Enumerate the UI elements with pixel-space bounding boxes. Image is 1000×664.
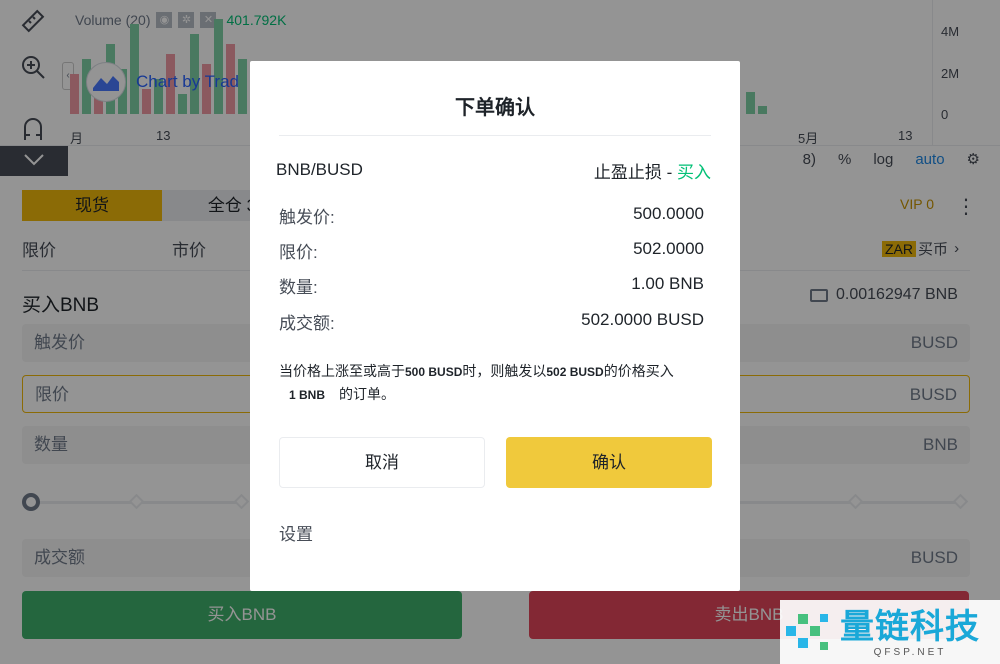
trigger-price-label: 触发价:	[279, 208, 335, 227]
total-value: 502.0000 BUSD	[581, 310, 704, 329]
note-text: 时，则触发以	[462, 363, 547, 379]
amount-value: 1.00 BNB	[631, 274, 704, 293]
watermark-logo-icon	[786, 614, 828, 650]
settings-link[interactable]: 设置	[279, 520, 313, 545]
cancel-button[interactable]: 取消	[279, 437, 485, 488]
divider	[279, 135, 711, 136]
order-confirm-dialog: 下单确认 BNB/BUSD 止盈止损 - 买入 触发价: 500.0000 限价…	[250, 61, 740, 591]
trading-pair: BNB/BUSD	[276, 160, 363, 179]
limit-price-label: 限价:	[279, 243, 318, 262]
note-qty: 1 BNB	[289, 388, 326, 402]
dialog-title: 下单确认	[455, 97, 535, 119]
note-limit: 502 BUSD	[546, 365, 604, 379]
order-type-label: 止盈止损 -	[593, 163, 677, 182]
note-trigger: 500 BUSD	[405, 365, 463, 379]
note-text: 的价格买入	[603, 363, 674, 379]
note-text: 的订单。	[339, 386, 396, 402]
watermark: 量链科技 QFSP.NET	[780, 600, 1000, 664]
watermark-text: 量链科技 QFSP.NET	[840, 607, 980, 658]
trigger-price-value: 500.0000	[633, 204, 704, 223]
note-text: 当价格上涨至或高于	[279, 363, 405, 379]
order-type: 止盈止损 - 买入	[594, 158, 711, 183]
confirm-button[interactable]: 确认	[506, 437, 712, 488]
amount-label: 数量:	[279, 278, 318, 297]
order-side: 买入	[677, 163, 711, 182]
limit-price-value: 502.0000	[633, 239, 704, 258]
watermark-en: QFSP.NET	[873, 646, 947, 658]
watermark-cn: 量链科技	[840, 607, 980, 646]
total-label: 成交额:	[279, 314, 335, 333]
order-description: 当价格上涨至或高于500 BUSD时，则触发以502 BUSD的价格买入 1 B…	[279, 360, 711, 406]
